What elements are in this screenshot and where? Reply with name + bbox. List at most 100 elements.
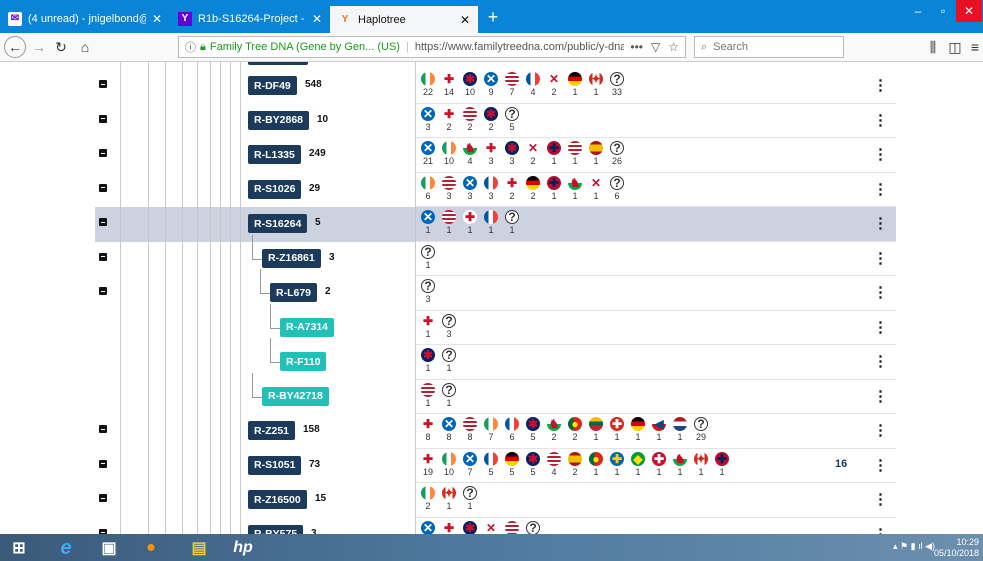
country-flag[interactable]: ✚ 14 — [441, 72, 457, 97]
country-flag[interactable]: ✕ 8 — [441, 417, 457, 442]
country-flag[interactable]: 22 — [420, 72, 436, 97]
row-menu-icon[interactable]: ⋮ — [873, 421, 888, 439]
country-flag[interactable]: ✚ 1 — [714, 451, 730, 477]
country-flag[interactable]: ✚ 19 — [420, 451, 436, 477]
haplogroup-node[interactable]: R-F110 — [280, 352, 327, 371]
firefox-icon[interactable]: ● — [140, 537, 162, 559]
country-flag[interactable]: ✕ 3 — [420, 106, 436, 132]
pocket-icon[interactable]: ▽ — [651, 40, 660, 54]
haplogroup-node[interactable]: R-S1026 — [248, 179, 302, 199]
country-flag[interactable]: ✦ 1 — [441, 486, 457, 511]
country-flag[interactable]: ● 2 — [567, 417, 583, 442]
country-flag[interactable]: 1 — [567, 72, 583, 97]
country-flag[interactable]: ✕ — [483, 520, 499, 534]
haplogroup-node[interactable]: R-L1335 — [248, 145, 301, 164]
forward-button[interactable]: → — [28, 36, 50, 58]
tree-row[interactable] — [0, 276, 896, 311]
country-flag[interactable]: ✚ — [441, 520, 457, 534]
country-flag[interactable]: 2 — [420, 486, 436, 511]
home-icon[interactable]: ⌂ — [74, 36, 96, 58]
collapse-toggle-icon[interactable] — [99, 80, 107, 88]
tab-yahoo-groups[interactable]: Y R1b-S16264-Project - Yahoo G ✕ — [170, 4, 330, 33]
country-flag[interactable]: ✕ 2 — [546, 72, 562, 97]
back-button[interactable]: ← — [4, 36, 26, 58]
country-flag[interactable]: ♞ 4 — [462, 141, 478, 166]
country-flag[interactable]: ✚ 3 — [483, 141, 499, 166]
collapse-toggle-icon[interactable] — [99, 494, 107, 502]
country-flag[interactable]: ? 33 — [609, 72, 625, 97]
country-flag[interactable]: 1 — [672, 417, 688, 442]
collapse-toggle-icon[interactable] — [99, 252, 107, 261]
haplogroup-node[interactable]: R-Z16500 — [248, 490, 307, 509]
country-flag[interactable]: ? 5 — [504, 106, 520, 132]
collapse-toggle-icon[interactable] — [99, 218, 107, 226]
search-input[interactable]: ⌕ Search — [694, 36, 844, 58]
country-flag[interactable]: 1 — [420, 382, 436, 408]
country-flag[interactable]: ✦ 1 — [693, 451, 709, 477]
haplogroup-node[interactable]: R-S16264 — [248, 214, 308, 233]
tree-row[interactable] — [0, 242, 896, 277]
country-flag[interactable]: ✕ — [420, 520, 436, 534]
country-flag[interactable]: ✕ 3 — [462, 175, 478, 201]
file-explorer-icon[interactable]: ▤ — [188, 537, 210, 559]
close-tab-icon[interactable]: ✕ — [460, 13, 470, 27]
country-flag[interactable]: ✱ 10 — [462, 72, 478, 97]
country-flag[interactable]: ? 6 — [609, 175, 625, 201]
country-flag[interactable]: ✕ 1 — [588, 175, 604, 201]
country-flag[interactable]: 3 — [441, 175, 457, 201]
collapse-toggle-icon[interactable] — [99, 149, 107, 157]
country-flag[interactable]: ✚ 1 — [462, 210, 478, 235]
country-flag[interactable]: 1 — [630, 417, 646, 442]
country-flag[interactable]: 4 — [525, 72, 541, 97]
country-flag[interactable]: ✚ 1 — [609, 417, 625, 442]
haplogroup-node[interactable]: R-S1051 — [248, 455, 302, 475]
country-flag[interactable]: ♞ 1 — [567, 175, 583, 201]
row-menu-icon[interactable]: ⋮ — [873, 525, 888, 535]
country-flag[interactable]: ✚ 1 — [546, 141, 562, 166]
country-flag[interactable]: 2 — [462, 106, 478, 132]
row-menu-icon[interactable]: ⋮ — [873, 456, 888, 474]
country-flag[interactable]: ? 1 — [420, 244, 436, 270]
country-flag[interactable]: ? — [525, 520, 541, 534]
country-flag[interactable]: ? 29 — [693, 417, 709, 442]
country-flag[interactable]: ♞ 2 — [546, 417, 562, 442]
store-icon[interactable]: ▣ — [98, 537, 120, 559]
country-flag[interactable]: ✚ 1 — [546, 175, 562, 201]
country-flag[interactable] — [504, 520, 520, 534]
tab-haplotree[interactable]: Y Haplotree ✕ — [330, 4, 478, 33]
sidebar-icon[interactable]: ◫ — [944, 36, 966, 58]
haplogroup-node[interactable]: R-Z16861 — [262, 248, 321, 268]
haplogroup-node[interactable]: R-A7314 — [280, 317, 335, 337]
site-identity[interactable]: Family Tree DNA (Gene by Gen... (US) — [210, 41, 400, 53]
country-flag[interactable]: 8 — [462, 417, 478, 442]
country-flag[interactable]: 1 — [441, 210, 457, 235]
country-flag[interactable]: ✚ 1 — [609, 451, 625, 477]
country-flag[interactable]: 2 — [567, 451, 583, 477]
haplogroup-node[interactable]: R-BY42718 — [262, 386, 329, 406]
bookmark-star-icon[interactable]: ☆ — [668, 40, 679, 54]
system-tray[interactable]: ▴ ⚑ ▮ ıl ◀) — [893, 541, 935, 552]
row-menu-icon[interactable]: ⋮ — [873, 249, 888, 267]
country-flag[interactable]: 2 — [525, 175, 541, 201]
country-flag[interactable]: ✚ 1 — [651, 451, 667, 477]
country-flag[interactable]: 1 — [588, 417, 604, 442]
haplogroup-node[interactable]: R-Z251 — [248, 421, 296, 440]
country-flag[interactable]: ✚ 8 — [420, 417, 436, 442]
country-flag[interactable]: ✱ 5 — [525, 451, 541, 477]
row-menu-icon[interactable]: ⋮ — [873, 145, 888, 163]
country-flag[interactable]: 5 — [483, 451, 499, 477]
country-flag[interactable]: ✚ 2 — [504, 175, 520, 201]
collapse-toggle-icon[interactable] — [99, 459, 107, 468]
country-flag[interactable]: 1 — [588, 141, 604, 166]
country-flag[interactable]: ? 3 — [441, 313, 457, 339]
menu-icon[interactable]: ≡ — [964, 36, 983, 58]
country-flag[interactable]: ✱ 2 — [483, 106, 499, 132]
tab-mail[interactable]: ✉ (4 unread) - jnigelbond@yahoo ✕ — [0, 4, 170, 33]
country-flag[interactable]: 1 — [483, 210, 499, 235]
windows-start-icon[interactable]: ⊞ — [8, 537, 30, 559]
country-flag[interactable]: ✱ 3 — [504, 141, 520, 166]
country-flag[interactable]: 3 — [483, 175, 499, 201]
country-flag[interactable]: ✚ 1 — [420, 313, 436, 339]
url-text[interactable]: https://www.familytreedna.com/public/y-d… — [415, 41, 625, 53]
country-flag[interactable]: ◀ 1 — [651, 417, 667, 442]
